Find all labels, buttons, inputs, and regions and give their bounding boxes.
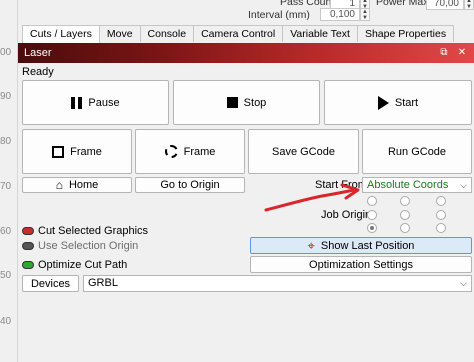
device-dropdown[interactable]: GRBL ⌵ bbox=[83, 275, 472, 292]
job-origin-radio-top-center[interactable] bbox=[400, 196, 410, 206]
use-selection-origin-toggle-icon[interactable] bbox=[22, 242, 34, 250]
start-from-value: Absolute Coords bbox=[367, 179, 449, 191]
pass-count-label: Pass Count bbox=[280, 0, 335, 8]
use-selection-origin-option[interactable]: Use Selection Origin bbox=[38, 240, 138, 252]
job-origin-radio-top-left[interactable] bbox=[367, 196, 377, 206]
show-last-position-label: Show Last Position bbox=[320, 239, 415, 252]
frame-rectangle-icon bbox=[52, 145, 65, 158]
power-max-spin-icon[interactable]: ▲ ▼ bbox=[464, 0, 474, 10]
start-from-dropdown[interactable]: Absolute Coords ⌵ bbox=[362, 177, 472, 193]
job-origin-label: Job Origin bbox=[321, 209, 372, 221]
optimization-settings-button[interactable]: Optimization Settings bbox=[250, 256, 472, 273]
device-value: GRBL bbox=[88, 277, 118, 289]
devices-button[interactable]: Devices bbox=[22, 275, 79, 292]
ruler-label: 80 bbox=[0, 136, 12, 147]
ruler-label: 90 bbox=[0, 91, 12, 102]
optimize-cut-path-toggle-icon[interactable] bbox=[22, 261, 34, 269]
start-button[interactable]: Start bbox=[324, 80, 472, 125]
cut-selected-graphics-option[interactable]: Cut Selected Graphics bbox=[38, 225, 148, 237]
pause-label: Pause bbox=[88, 96, 120, 109]
power-max-field[interactable]: 70,00 bbox=[426, 0, 464, 10]
laser-panel-titlebar[interactable]: Laser ⧉ ✕ bbox=[18, 43, 474, 63]
float-window-icon[interactable]: ⧉ bbox=[438, 47, 450, 59]
job-origin-radio-bottom-left[interactable] bbox=[367, 223, 377, 233]
home-icon: ⌂ bbox=[55, 178, 63, 192]
ruler-label: 50 bbox=[0, 270, 12, 281]
tab-move[interactable]: Move bbox=[98, 25, 141, 42]
go-to-origin-button[interactable]: Go to Origin bbox=[135, 177, 245, 193]
save-gcode-button[interactable]: Save GCode bbox=[248, 129, 359, 174]
ruler-label: 40 bbox=[0, 316, 12, 327]
tab-camera-control[interactable]: Camera Control bbox=[193, 25, 284, 42]
interval-label: Interval (mm) bbox=[248, 9, 310, 21]
ruler-label: 60 bbox=[0, 226, 12, 237]
cut-selected-toggle-icon[interactable] bbox=[22, 227, 34, 235]
status-text: Ready bbox=[22, 66, 54, 78]
home-button[interactable]: ⌂ Home bbox=[22, 177, 132, 193]
stop-button[interactable]: Stop bbox=[173, 80, 320, 125]
job-origin-radio-middle-center[interactable] bbox=[400, 210, 410, 220]
tab-bar: Cuts / Layers Move Console Camera Contro… bbox=[22, 25, 455, 43]
job-origin-radio-middle-right[interactable] bbox=[436, 210, 446, 220]
tab-console[interactable]: Console bbox=[139, 25, 195, 42]
show-last-position-button[interactable]: ⌖ Show Last Position bbox=[250, 237, 472, 254]
job-origin-radio-bottom-right[interactable] bbox=[436, 223, 446, 233]
tab-shape-properties[interactable]: Shape Properties bbox=[356, 25, 455, 42]
chevron-down-icon: ⌵ bbox=[460, 180, 467, 190]
chevron-down-icon: ⌵ bbox=[460, 278, 467, 288]
frame-circle-button[interactable]: Frame bbox=[135, 129, 245, 174]
interval-field[interactable]: 0,100 bbox=[320, 8, 360, 21]
job-origin-radio-middle-left[interactable] bbox=[367, 210, 377, 220]
tab-cuts-layers[interactable]: Cuts / Layers bbox=[22, 25, 100, 43]
interval-spin-icon[interactable]: ▲ ▼ bbox=[360, 8, 370, 21]
cut-settings-strip: Pass Count 1 ▲ ▼ Power Max (%) 70,00 ▲ ▼ I… bbox=[18, 0, 474, 25]
pause-button[interactable]: Pause bbox=[22, 80, 169, 125]
panel-title: Laser bbox=[24, 47, 52, 59]
ruler-label: 70 bbox=[0, 181, 12, 192]
tab-variable-text[interactable]: Variable Text bbox=[282, 25, 358, 42]
stop-icon bbox=[226, 97, 238, 108]
frame-circle-icon bbox=[164, 145, 178, 158]
close-icon[interactable]: ✕ bbox=[456, 47, 468, 59]
vertical-ruler: 00 90 80 70 60 50 40 bbox=[0, 0, 18, 362]
optimize-cut-path-option[interactable]: Optimize Cut Path bbox=[38, 259, 127, 271]
start-icon bbox=[377, 95, 389, 110]
stop-label: Stop bbox=[243, 96, 267, 109]
run-gcode-button[interactable]: Run GCode bbox=[362, 129, 472, 174]
frame-rect-button[interactable]: Frame bbox=[22, 129, 132, 174]
crosshair-icon: ⌖ bbox=[307, 237, 315, 253]
home-label: Home bbox=[68, 179, 99, 191]
laser-panel: Laser ⧉ ✕ Ready Pause Stop Start Frame F… bbox=[18, 43, 474, 362]
ruler-label: 00 bbox=[0, 47, 12, 58]
job-origin-radio-bottom-center[interactable] bbox=[400, 223, 410, 233]
pause-icon bbox=[71, 96, 83, 109]
frame-circle-label: Frame bbox=[183, 145, 216, 158]
job-origin-radio-top-right[interactable] bbox=[436, 196, 446, 206]
frame-rect-label: Frame bbox=[70, 145, 102, 158]
start-label: Start bbox=[394, 96, 419, 109]
